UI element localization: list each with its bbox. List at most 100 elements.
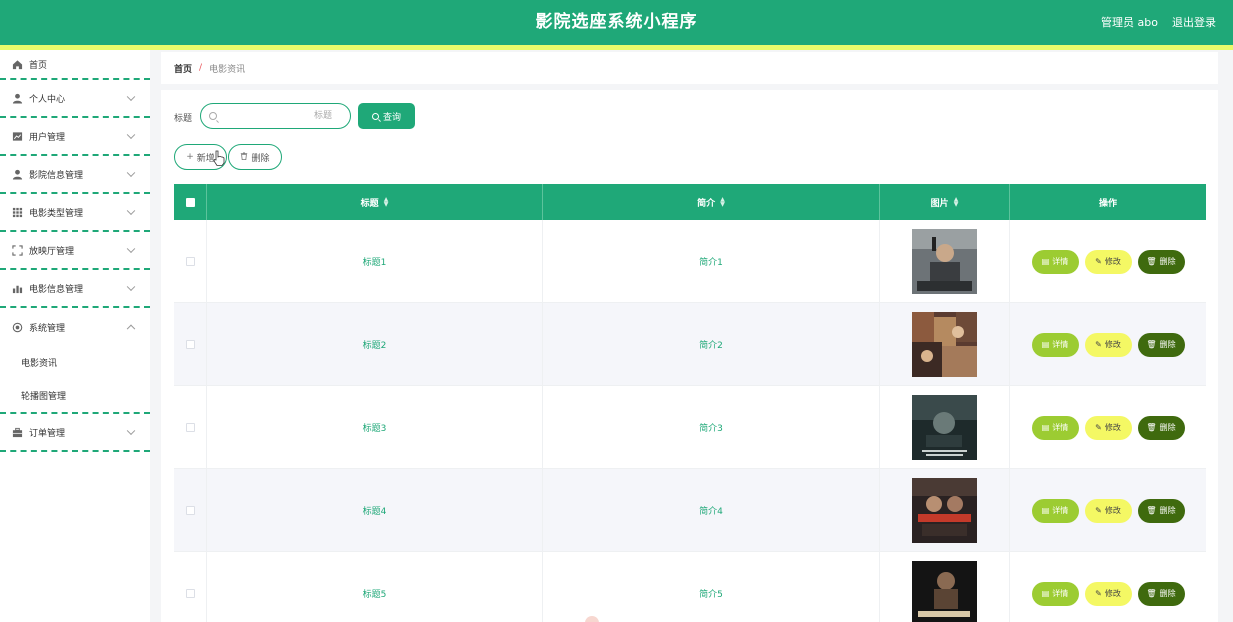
row-image-cell bbox=[880, 552, 1010, 622]
movie-poster-image[interactable] bbox=[912, 478, 977, 543]
row-title: 标题2 bbox=[207, 303, 543, 386]
search-box[interactable] bbox=[200, 103, 351, 129]
sidebar-item-user-management[interactable]: 用户管理 bbox=[0, 118, 150, 156]
sort-icon[interactable]: ▲ ▼ bbox=[384, 197, 389, 208]
sort-icon[interactable]: ▲ ▼ bbox=[954, 197, 959, 208]
sort-icon[interactable]: ▲ ▼ bbox=[720, 197, 725, 208]
select-all-checkbox[interactable] bbox=[185, 197, 195, 207]
row-checkbox[interactable] bbox=[185, 257, 195, 266]
row-title: 标题4 bbox=[207, 469, 543, 552]
query-button[interactable]: 查询 bbox=[358, 103, 415, 129]
logout-button[interactable]: 退出登录 bbox=[1172, 0, 1216, 45]
search-icon bbox=[209, 112, 217, 120]
trash-icon: 🗑 bbox=[1146, 257, 1157, 266]
detail-button[interactable]: ▤ 详情 bbox=[1031, 498, 1079, 523]
row-checkbox[interactable] bbox=[185, 340, 195, 349]
row-checkbox[interactable] bbox=[185, 423, 195, 432]
sidebar-subitem-carousel[interactable]: 轮播图管理 bbox=[0, 379, 150, 412]
detail-label: 详情 bbox=[1052, 506, 1069, 515]
plus-icon: + bbox=[186, 152, 194, 162]
table-header: 标题 ▲ ▼ 简介 ▲ ▼ 图片 ▲ ▼ 操作 bbox=[174, 184, 1206, 220]
sidebar-item-hall[interactable]: 放映厅管理 bbox=[0, 232, 150, 270]
table-row: 标题2 简介2 ▤ 详情 ✎ 修改 🗑 删除 bbox=[174, 303, 1206, 386]
sidebar-item-movie-info[interactable]: 电影信息管理 bbox=[0, 270, 150, 308]
edit-label: 修改 bbox=[1104, 257, 1121, 266]
sidebar: 首页 个人中心 用户管理 影院信息管理 电影类型管理 放映厅管理 电影信息管理 … bbox=[0, 50, 150, 622]
delete-button[interactable]: 🗑 删除 bbox=[1137, 415, 1185, 440]
row-checkbox[interactable] bbox=[185, 506, 195, 515]
column-image[interactable]: 图片 ▲ ▼ bbox=[880, 184, 1010, 220]
batch-delete-button[interactable]: 删除 bbox=[228, 144, 282, 170]
column-intro[interactable]: 简介 ▲ ▼ bbox=[543, 184, 880, 220]
sidebar-item-label: 首页 bbox=[29, 60, 48, 71]
detail-button[interactable]: ▤ 详情 bbox=[1031, 415, 1079, 440]
movie-poster-image[interactable] bbox=[912, 312, 977, 377]
fullscreen-icon bbox=[11, 244, 23, 256]
search-label: 标题 bbox=[174, 114, 193, 124]
detail-button[interactable]: ▤ 详情 bbox=[1031, 249, 1079, 274]
row-actions: ▤ 详情 ✎ 修改 🗑 删除 bbox=[1010, 220, 1206, 303]
row-checkbox-cell bbox=[174, 552, 207, 622]
chevron-up-icon bbox=[126, 324, 136, 334]
detail-label: 详情 bbox=[1052, 257, 1069, 266]
breadcrumb-home[interactable]: 首页 bbox=[174, 62, 192, 75]
pencil-icon: ✎ bbox=[1095, 257, 1102, 266]
edit-button[interactable]: ✎ 修改 bbox=[1084, 332, 1132, 357]
edit-button[interactable]: ✎ 修改 bbox=[1084, 498, 1132, 523]
briefcase-icon bbox=[11, 426, 23, 438]
sidebar-item-label: 电影信息管理 bbox=[29, 284, 84, 295]
delete-button[interactable]: 🗑 删除 bbox=[1137, 249, 1185, 274]
sidebar-item-movie-type[interactable]: 电影类型管理 bbox=[0, 194, 150, 232]
row-image-cell bbox=[880, 303, 1010, 386]
sidebar-item-label: 放映厅管理 bbox=[29, 246, 75, 257]
grid-icon bbox=[11, 206, 23, 218]
edit-label: 修改 bbox=[1104, 423, 1121, 432]
table-row: 标题3 简介3 ▤ 详情 ✎ 修改 🗑 删除 bbox=[174, 386, 1206, 469]
sidebar-subitem-movie-news[interactable]: 电影资讯 bbox=[0, 346, 150, 379]
delete-button[interactable]: 🗑 删除 bbox=[1137, 581, 1185, 606]
delete-label: 删除 bbox=[1159, 257, 1176, 266]
chevron-down-icon bbox=[126, 130, 136, 140]
user-icon bbox=[11, 168, 23, 180]
edit-label: 修改 bbox=[1104, 340, 1121, 349]
trash-icon bbox=[240, 151, 248, 163]
sidebar-item-label: 影院信息管理 bbox=[29, 170, 84, 181]
detail-label: 详情 bbox=[1052, 589, 1069, 598]
delete-button[interactable]: 🗑 删除 bbox=[1137, 332, 1185, 357]
table-row: 标题5 简介5 ▤ 详情 ✎ 修改 🗑 删除 bbox=[174, 552, 1206, 622]
edit-button[interactable]: ✎ 修改 bbox=[1084, 581, 1132, 606]
edit-button[interactable]: ✎ 修改 bbox=[1084, 415, 1132, 440]
sidebar-item-cinema-info[interactable]: 影院信息管理 bbox=[0, 156, 150, 194]
row-checkbox[interactable] bbox=[185, 589, 195, 598]
hand-cursor-icon bbox=[213, 150, 225, 166]
row-checkbox-cell bbox=[174, 303, 207, 386]
movie-poster-image[interactable] bbox=[912, 395, 977, 460]
search-input[interactable] bbox=[221, 104, 346, 128]
edit-button[interactable]: ✎ 修改 bbox=[1084, 249, 1132, 274]
movie-poster-image[interactable] bbox=[912, 229, 977, 294]
home-icon bbox=[11, 58, 23, 70]
row-intro: 简介4 bbox=[543, 469, 880, 552]
table-row: 标题1 简介1 ▤ 详情 ✎ 修改 🗑 删除 bbox=[174, 220, 1206, 303]
sidebar-item-home[interactable]: 首页 bbox=[0, 50, 150, 80]
column-title[interactable]: 标题 ▲ ▼ bbox=[207, 184, 543, 220]
detail-button[interactable]: ▤ 详情 bbox=[1031, 332, 1079, 357]
chevron-down-icon bbox=[126, 426, 136, 436]
movie-poster-image[interactable] bbox=[912, 561, 977, 622]
row-actions: ▤ 详情 ✎ 修改 🗑 删除 bbox=[1010, 469, 1206, 552]
chevron-down-icon bbox=[126, 206, 136, 216]
breadcrumb: 首页 / 电影资讯 bbox=[161, 52, 1218, 84]
sidebar-item-system[interactable]: 系统管理 bbox=[0, 308, 150, 346]
top-header: 影院选座系统小程序 管理员 abo 退出登录 bbox=[0, 0, 1233, 45]
sidebar-item-personal-center[interactable]: 个人中心 bbox=[0, 80, 150, 118]
sidebar-item-label: 电影类型管理 bbox=[29, 208, 84, 219]
chevron-down-icon bbox=[126, 92, 136, 102]
delete-button[interactable]: 🗑 删除 bbox=[1137, 498, 1185, 523]
sidebar-item-orders[interactable]: 订单管理 bbox=[0, 414, 150, 452]
trash-icon: 🗑 bbox=[1146, 589, 1157, 598]
detail-button[interactable]: ▤ 详情 bbox=[1031, 581, 1079, 606]
sidebar-item-label: 个人中心 bbox=[29, 94, 66, 105]
trash-icon: 🗑 bbox=[1146, 506, 1157, 515]
trash-icon: 🗑 bbox=[1146, 423, 1157, 432]
batch-delete-button-label: 删除 bbox=[251, 153, 270, 164]
